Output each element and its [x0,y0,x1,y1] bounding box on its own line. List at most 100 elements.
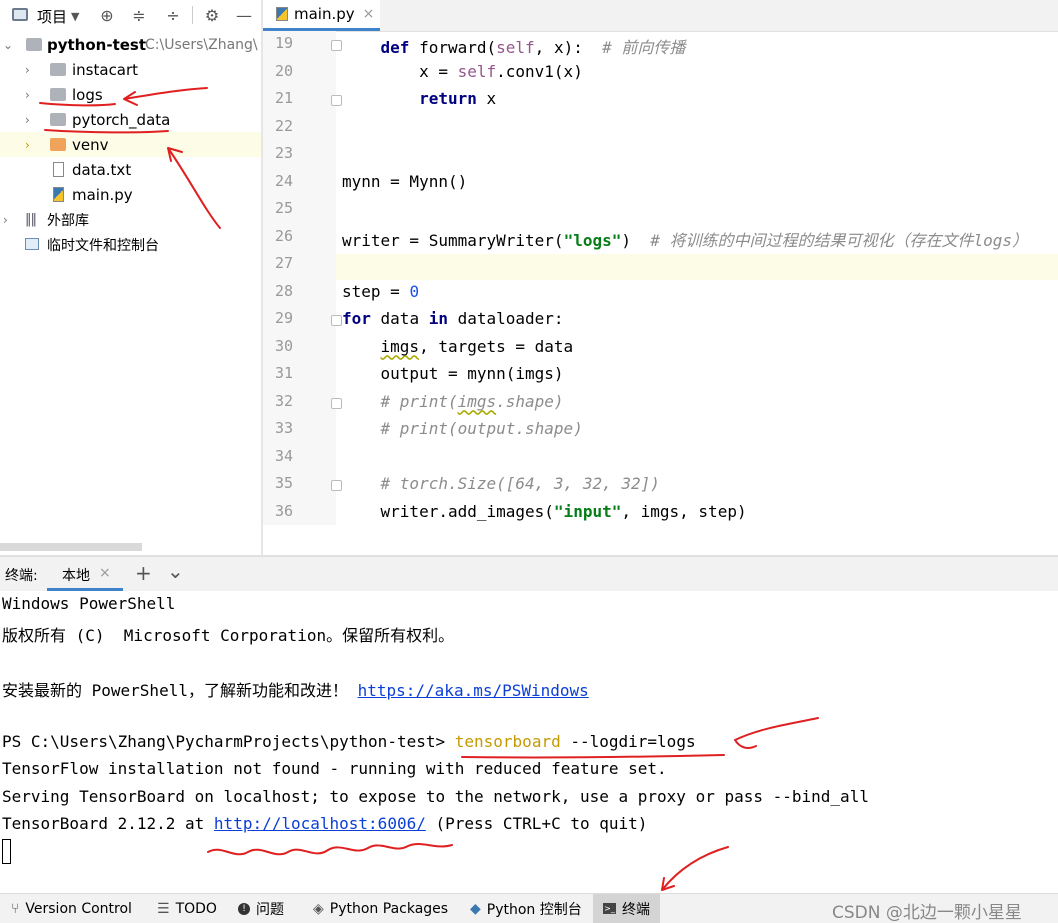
code-token: # 前向传播 [602,38,686,57]
folder-icon [50,88,66,101]
code-token: forward( [409,38,497,57]
line-number: 24 [274,171,293,190]
tree-item-instacart[interactable]: › instacart [0,57,261,82]
terminal-text: 安装最新的 PowerShell，了解新功能和改进！ [2,680,358,700]
toolbar-divider [192,6,193,24]
python-console-button[interactable]: ◆ Python 控制台 [470,894,582,923]
project-view-dropdown[interactable]: 项目 ▼ [37,6,79,27]
tree-item-python-test[interactable]: ⌄ python-test C:\Users\Zhang\ [0,32,261,57]
code-line: # torch.Size([64, 3, 32, 32]) [342,474,660,493]
terminal-tab-local[interactable]: 本地 × [47,557,123,591]
chevron-right-icon[interactable]: › [25,138,30,152]
fold-marker-icon[interactable] [331,480,342,491]
line-number: 35 [274,474,293,492]
chevron-right-icon[interactable]: › [3,213,8,227]
line-number: 31 [274,364,293,382]
terminal-link[interactable]: https://aka.ms/PSWindows [358,681,589,700]
hide-icon[interactable]: — [233,5,255,25]
code-token: imgs [380,336,420,356]
tree-item-label: logs [72,85,103,104]
tree-item-label: main.py [72,185,133,204]
fold-marker-icon[interactable] [331,40,342,51]
python-icon: ◆ [470,900,481,917]
code-token: writer.add_images( [342,501,554,521]
fold-marker-icon[interactable] [331,397,342,409]
code-token: "input" [553,501,622,521]
code-token: for [342,309,371,328]
text-file-icon [53,162,64,177]
code-token: # torch.Size([64, 3, 32, 32]) [380,474,660,493]
tree-item-path: C:\Users\Zhang\ [145,36,258,53]
chevron-down-icon[interactable]: ⌄ [3,38,13,52]
button-label: 终端 [622,901,650,918]
tab-main-py[interactable]: main.py × [263,0,380,31]
line-number: 36 [274,501,293,520]
tree-item-label: venv [72,135,109,154]
code-line: imgs, targets = data [342,336,574,356]
python-file-icon [276,7,288,21]
project-panel: 项目 ▼ ⊕ ≑ ÷ ⚙ — ⌄ python-test C:\Users\Zh… [0,0,261,555]
terminal-cursor [2,839,11,864]
line-number: 21 [274,89,293,107]
editor: main.py × 19 20 21 22 23 24 25 26 27 28 29 30 31 32 33… [263,0,1058,555]
collapse-all-icon[interactable]: ÷ [162,5,184,25]
code-token: output = mynn(imgs) [342,364,564,383]
tree-item-venv[interactable]: › venv [0,132,261,157]
code-token: x [476,89,497,108]
fold-marker-icon[interactable] [331,315,342,326]
chevron-right-icon[interactable]: › [25,88,30,102]
add-terminal-icon[interactable]: + [135,561,152,585]
code-token: "logs" [563,230,622,250]
expand-all-icon[interactable]: ≑ [128,5,150,25]
terminal-link[interactable]: http://localhost:6006/ [214,814,426,833]
list-icon: ☰ [157,900,170,917]
tool-window-bar: ⑂ Version Control ☰ TODO ! 问题 ◈ Python Packa… [0,893,1058,923]
terminal-line: TensorFlow installation not found - runn… [2,759,667,778]
terminal-text: --logdir=logs [560,731,696,751]
problems-button[interactable]: ! 问题 [238,894,284,923]
tree-item-label: data.txt [72,160,132,179]
fold-marker-icon[interactable] [331,95,342,106]
horizontal-scrollbar[interactable] [0,543,142,551]
line-number: 33 [274,419,293,437]
terminal-line: 版权所有 (C) Microsoft Corporation。保留所有权利。 [2,622,454,646]
chevron-right-icon[interactable]: › [25,63,30,77]
tree-item-external-libraries[interactable]: › ‖‖ 外部库 [0,207,261,232]
code-token: .conv1(x) [496,61,583,81]
locate-icon[interactable]: ⊕ [96,5,118,25]
terminal-line: PS C:\Users\Zhang\PycharmProjects\python… [2,732,696,751]
terminal-text: Windows PowerShell [2,594,176,613]
tree-item-data-txt[interactable]: data.txt [0,157,261,182]
chevron-down-icon[interactable]: ⌄ [167,559,184,583]
tree-item-pytorch-data[interactable]: › pytorch_data [0,107,261,132]
chevron-down-icon: ▼ [71,10,80,23]
terminal-panel: 终端: 本地 × + ⌄ Windows PowerShell 版权所有 (C) … [0,557,1058,893]
code-line: output = mynn(imgs) [342,364,564,383]
button-label: Python Packages [329,900,449,917]
todo-button[interactable]: ☰ TODO [157,894,217,923]
terminal-button[interactable]: >_ 终端 [593,894,660,923]
code-line: # print(imgs.shape) [342,392,564,411]
line-number: 34 [274,446,293,465]
tree-item-logs[interactable]: › logs [0,82,261,107]
gear-icon[interactable]: ⚙ [201,5,223,25]
terminal-text: 版权所有 (C) Microsoft Corporation。保留所有权利。 [2,625,455,645]
code-token: writer = SummaryWriter( [342,230,564,250]
tree-item-scratches[interactable]: 临时文件和控制台 [0,232,261,257]
close-icon[interactable]: × [363,6,375,22]
project-view-icon [12,8,28,21]
library-icon: ‖‖ [25,212,37,227]
terminal-line: 安装最新的 PowerShell，了解新功能和改进！ https://aka.m… [2,677,589,701]
close-icon[interactable]: × [99,565,111,581]
tree-item-label: 临时文件和控制台 [47,237,159,254]
tree-item-label: 外部库 [47,212,89,229]
tree-item-main-py[interactable]: main.py [0,182,261,207]
chevron-right-icon[interactable]: › [25,113,30,127]
python-packages-button[interactable]: ◈ Python Packages [313,894,448,923]
version-control-button[interactable]: ⑂ Version Control [11,894,132,923]
code-token: data [370,309,429,328]
code-line: writer.add_images("input", imgs, step) [342,502,747,521]
